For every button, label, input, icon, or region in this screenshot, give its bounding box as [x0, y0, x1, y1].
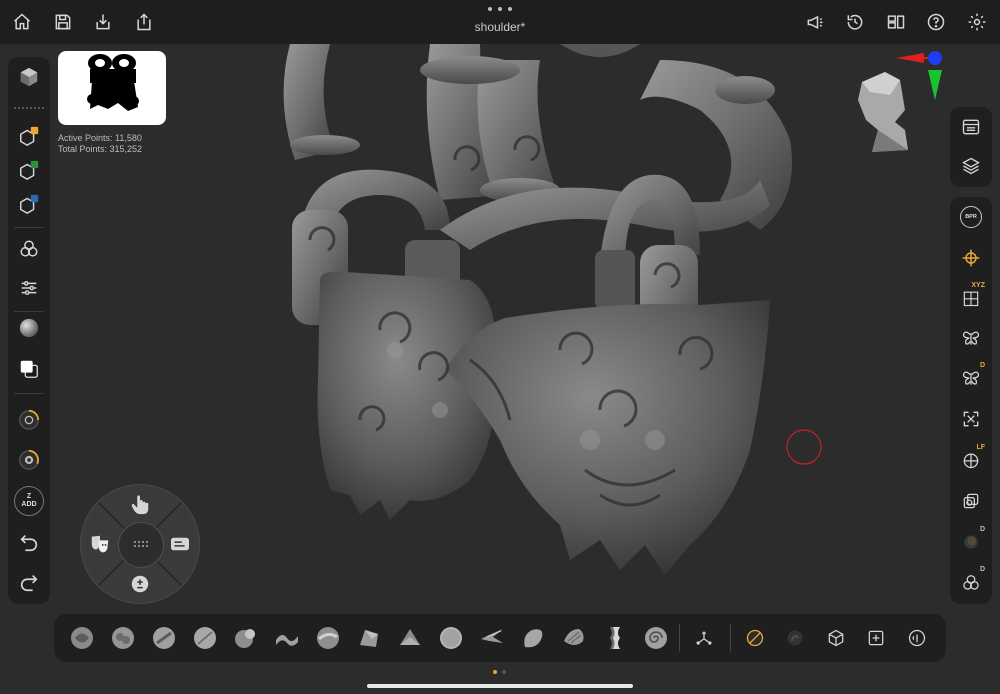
- action-wheel[interactable]: [80, 484, 200, 604]
- redo-icon[interactable]: [12, 565, 46, 599]
- brush-clay-buildup[interactable]: [66, 622, 98, 654]
- undo-icon[interactable]: [12, 525, 46, 559]
- history-icon[interactable]: [843, 10, 867, 34]
- lights-icon[interactable]: D: [954, 525, 988, 559]
- brush-pinch[interactable]: [476, 622, 508, 654]
- transpose-icon[interactable]: [954, 241, 988, 275]
- cube-icon[interactable]: [822, 624, 850, 652]
- layout-icon[interactable]: [884, 10, 908, 34]
- frame-icon[interactable]: [954, 402, 988, 436]
- document-title: shoulder*: [400, 20, 600, 34]
- z-label: Z: [27, 493, 31, 501]
- dynamic-label: D: [980, 362, 985, 369]
- brush-cursor: [787, 430, 821, 464]
- dynamic-symmetry-icon[interactable]: D: [954, 361, 988, 395]
- left-toolbar: Z ADD: [8, 57, 50, 604]
- subtool-3-icon[interactable]: [12, 187, 46, 221]
- brush-orb[interactable]: [599, 622, 631, 654]
- brush-snake-hook[interactable]: [312, 622, 344, 654]
- multitasking-dots[interactable]: [488, 4, 512, 14]
- settings-icon[interactable]: [965, 10, 989, 34]
- divider: [730, 624, 731, 652]
- brush-inflate[interactable]: [230, 622, 262, 654]
- z-add-button[interactable]: Z ADD: [12, 484, 46, 518]
- import-icon[interactable]: [91, 10, 115, 34]
- subtool-2-icon[interactable]: [12, 153, 46, 187]
- d2-label: D: [980, 526, 985, 533]
- save-icon[interactable]: [51, 10, 75, 34]
- add-label: ADD: [21, 501, 36, 509]
- home-icon[interactable]: [10, 10, 34, 34]
- brush-standard[interactable]: [148, 622, 180, 654]
- share-icon[interactable]: [132, 10, 156, 34]
- material-swatch-icon[interactable]: [741, 624, 769, 652]
- grid-icon[interactable]: [118, 522, 164, 568]
- brush-alpha-preview[interactable]: [58, 51, 166, 125]
- home-indicator[interactable]: [367, 684, 633, 688]
- brush-dam-standard[interactable]: [189, 622, 221, 654]
- texture-icon[interactable]: [781, 624, 809, 652]
- brush-h-polish[interactable]: [394, 622, 426, 654]
- help-icon[interactable]: [924, 10, 948, 34]
- top-bar: shoulder*: [0, 0, 1000, 44]
- masks-icon[interactable]: [86, 530, 114, 558]
- active-points-label: Active Points: 11,580: [58, 133, 142, 143]
- divider: [14, 227, 44, 228]
- page-indicator[interactable]: [493, 670, 509, 674]
- right-toolbar-top: [950, 107, 992, 187]
- xyz-label: XYZ: [971, 282, 985, 289]
- color-icon[interactable]: [12, 352, 46, 386]
- brush-move[interactable]: [271, 622, 303, 654]
- divider: [679, 624, 680, 652]
- grip-handle[interactable]: [14, 107, 44, 109]
- lf-label: LF: [976, 444, 985, 451]
- stroke-icon[interactable]: [166, 530, 194, 558]
- d3-label: D: [980, 566, 985, 573]
- menu-icon[interactable]: [954, 110, 988, 144]
- brush-bar: [54, 614, 946, 662]
- brush-smooth[interactable]: [517, 622, 549, 654]
- intensity-icon[interactable]: [12, 443, 46, 477]
- layers-icon[interactable]: [954, 149, 988, 183]
- divider: [14, 393, 44, 394]
- brush-curl[interactable]: [640, 622, 672, 654]
- subtools-icon[interactable]: [12, 232, 46, 266]
- draw-size-icon[interactable]: [12, 403, 46, 437]
- navigation-head[interactable]: [858, 72, 908, 152]
- total-points-label: Total Points: 315,252: [58, 144, 142, 154]
- announcement-icon[interactable]: [803, 10, 827, 34]
- tools-cube-icon[interactable]: [12, 60, 46, 94]
- bpr-icon[interactable]: BPR: [954, 200, 988, 234]
- plus-minus-icon[interactable]: [126, 570, 154, 598]
- bpr-label: BPR: [960, 206, 982, 228]
- frame-add-icon[interactable]: [862, 624, 890, 652]
- floor-icon[interactable]: LF: [954, 443, 988, 477]
- brush-slash[interactable]: [558, 622, 590, 654]
- brush-flatten[interactable]: [435, 622, 467, 654]
- symmetry-icon[interactable]: [954, 321, 988, 355]
- subtool-1-icon[interactable]: [12, 119, 46, 153]
- gizmo-icon[interactable]: [690, 624, 718, 652]
- touch-icon[interactable]: [126, 491, 154, 519]
- axis-gizmo[interactable]: [896, 51, 942, 100]
- xyz-grid-icon[interactable]: XYZ: [954, 281, 988, 315]
- brush-clay[interactable]: [107, 622, 139, 654]
- info-icon[interactable]: [903, 624, 931, 652]
- right-toolbar: BPR XYZ D LF D D: [950, 197, 992, 604]
- brush-trim-dynamic[interactable]: [353, 622, 385, 654]
- polyframe-icon[interactable]: [954, 484, 988, 518]
- subtools-overlap-icon[interactable]: D: [954, 565, 988, 599]
- adjust-icon[interactable]: [12, 271, 46, 305]
- material-icon[interactable]: [12, 311, 46, 345]
